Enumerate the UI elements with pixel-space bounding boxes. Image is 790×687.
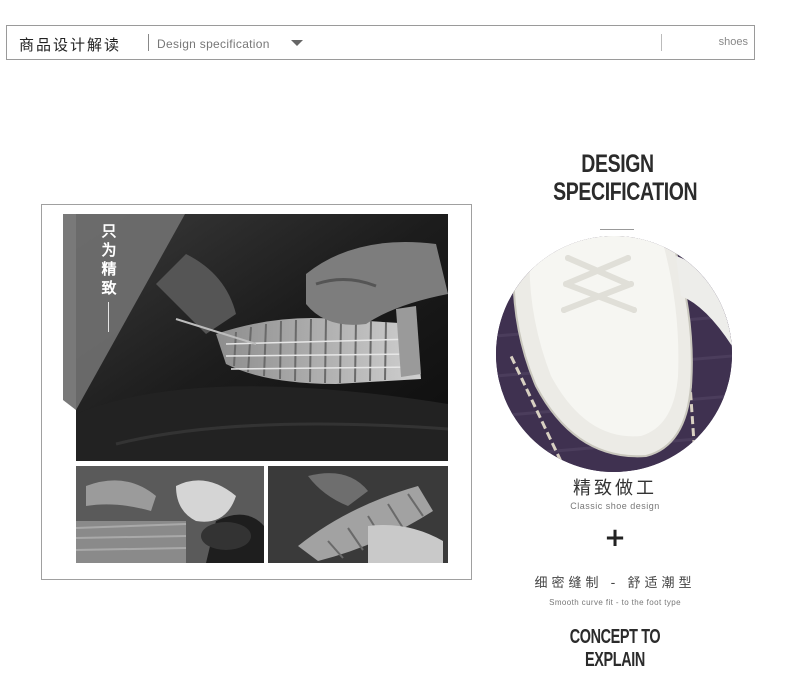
- title-line-1: DESIGN: [581, 150, 654, 178]
- concept-heading: CONCEPT TO EXPLAIN: [569, 626, 661, 671]
- sewing-subtitle-en: Smooth curve fit - to the foot type: [549, 598, 681, 607]
- tag-divider: [108, 302, 109, 332]
- shoe-toe-photo: [496, 236, 732, 472]
- sewing-title-cn: 细密缝制 - 舒适潮型: [534, 576, 696, 591]
- title-line-2: SPECIFICATION: [553, 178, 698, 206]
- craft-title-cn: 精致做工: [573, 478, 657, 499]
- small-photo-stitching: [76, 466, 264, 563]
- section-title-en: Design specification: [157, 37, 270, 51]
- header-divider-right: [661, 34, 662, 51]
- design-spec-title: DESIGN SPECIFICATION: [553, 150, 698, 206]
- header-divider: [148, 34, 149, 51]
- category-label: shoes: [718, 36, 748, 48]
- title-underline: [600, 229, 634, 230]
- craft-subtitle-en: Classic shoe design: [570, 501, 660, 511]
- tag-text: 只为精致: [101, 222, 117, 297]
- small-photo-weave-detail: [268, 466, 448, 563]
- triangle-down-icon[interactable]: [291, 40, 303, 46]
- section-title-cn: 商品设计解读: [19, 36, 122, 54]
- tag-banner: [63, 214, 185, 410]
- plus-icon: +: [604, 523, 626, 553]
- section-header: 商品设计解读 Design specification shoes: [6, 25, 755, 60]
